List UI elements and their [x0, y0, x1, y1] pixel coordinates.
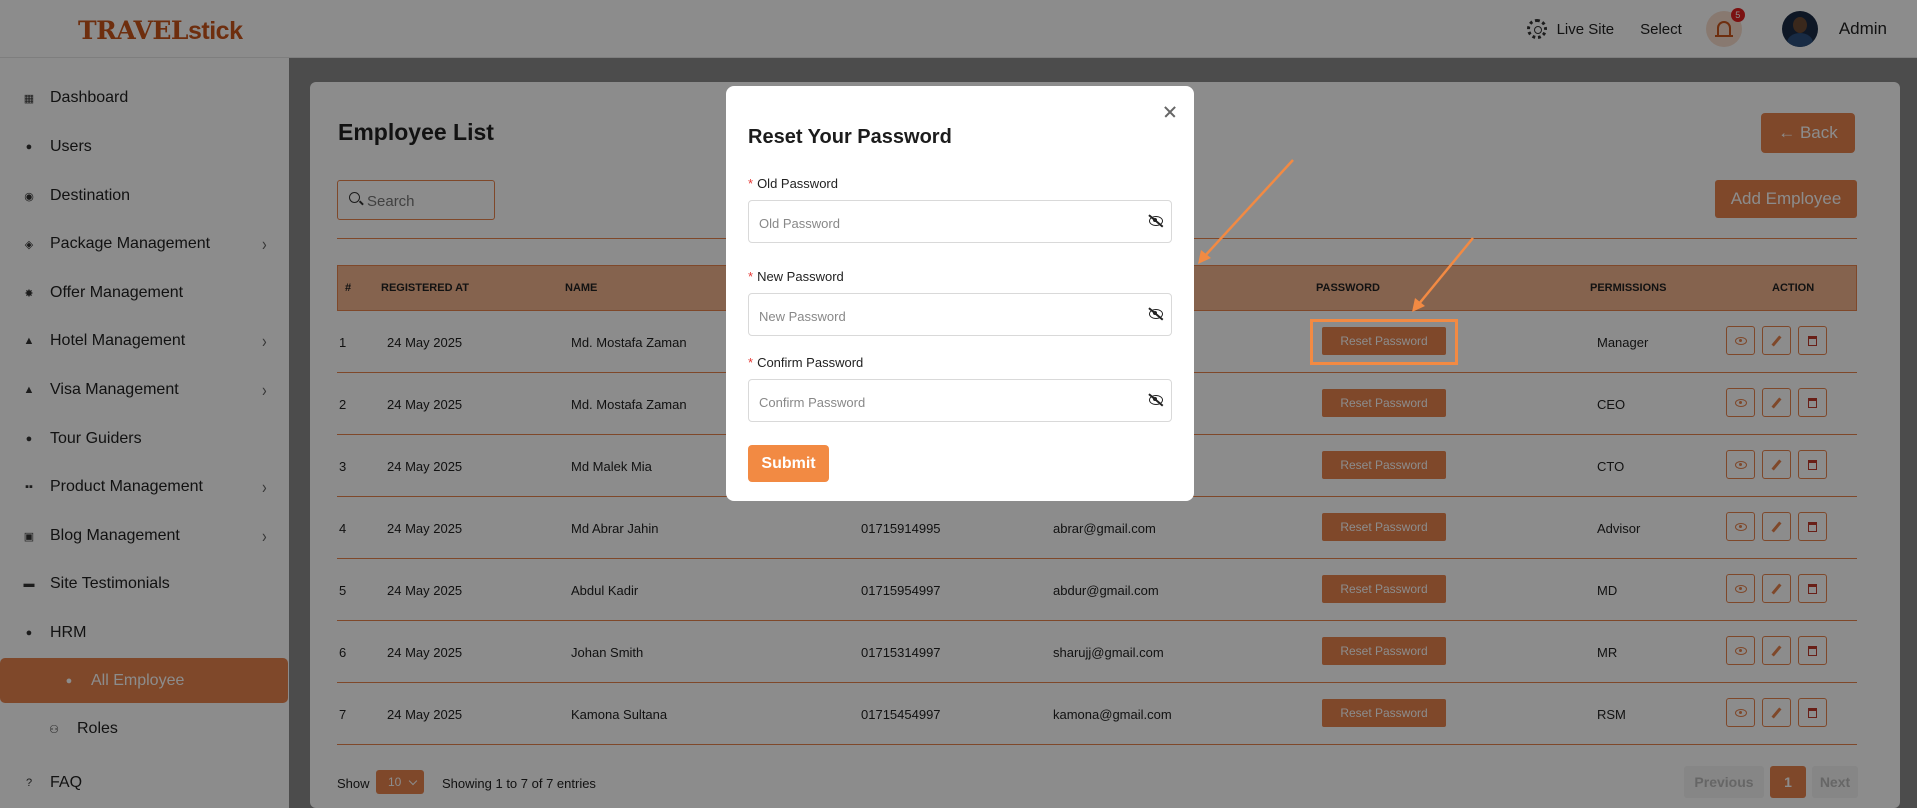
confirm-password-label: * Confirm Password — [748, 355, 863, 370]
eye-off-icon[interactable] — [1149, 395, 1163, 405]
old-password-label: * Old Password — [748, 176, 838, 191]
submit-button[interactable]: Submit — [748, 445, 829, 482]
reset-password-modal: Reset Your Password * Old Password * New P… — [726, 86, 1194, 501]
field-label-text: Old Password — [757, 176, 838, 191]
new-password-field — [748, 293, 1172, 336]
required-mark: * — [748, 176, 754, 191]
old-password-input[interactable] — [759, 213, 1129, 233]
modal-title: Reset Your Password — [748, 126, 952, 148]
required-mark: * — [748, 355, 754, 370]
required-mark: * — [748, 269, 754, 284]
eye-off-icon[interactable] — [1149, 216, 1163, 226]
new-password-label: * New Password — [748, 269, 844, 284]
eye-off-icon[interactable] — [1149, 309, 1163, 319]
close-icon[interactable] — [1160, 102, 1180, 122]
field-label-text: Confirm Password — [757, 355, 864, 370]
highlight-box — [1310, 319, 1458, 365]
confirm-password-input[interactable] — [759, 392, 1129, 412]
old-password-field — [748, 200, 1172, 243]
field-label-text: New Password — [757, 269, 844, 284]
new-password-input[interactable] — [759, 306, 1129, 326]
confirm-password-field — [748, 379, 1172, 422]
